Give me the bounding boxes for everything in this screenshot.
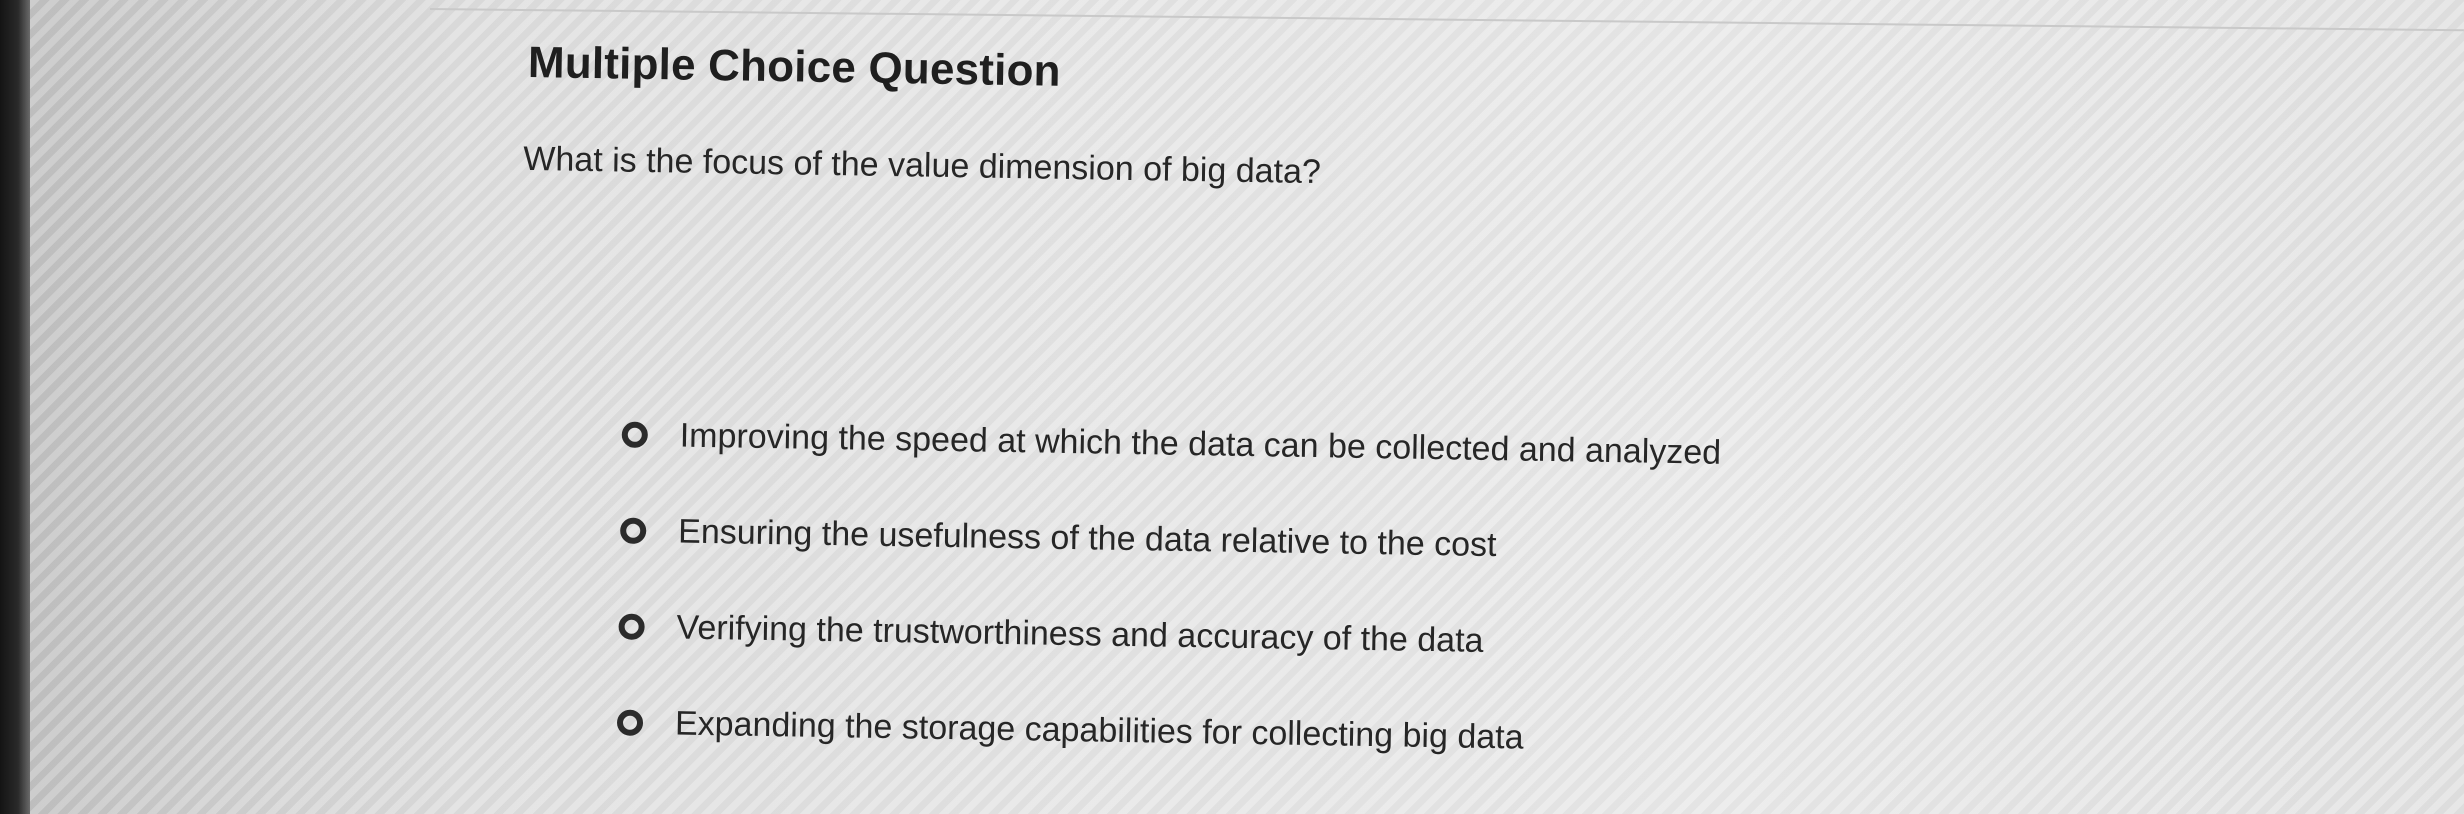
photo-of-screen: Multiple Choice Question What is the foc… bbox=[0, 0, 2464, 814]
question-prompt: What is the focus of the value dimension… bbox=[523, 139, 1322, 192]
answer-option-label: Verifying the trustworthiness and accura… bbox=[676, 608, 1484, 660]
radio-unselected-icon[interactable] bbox=[619, 517, 647, 544]
answer-options: Improving the speed at which the data ca… bbox=[616, 387, 2122, 796]
radio-unselected-icon[interactable] bbox=[618, 613, 645, 640]
answer-option-label: Ensuring the usefulness of the data rela… bbox=[677, 512, 1497, 564]
radio-unselected-icon[interactable] bbox=[616, 709, 644, 736]
radio-unselected-icon[interactable] bbox=[621, 421, 649, 449]
question-card: Multiple Choice Question What is the foc… bbox=[0, 0, 2464, 814]
answer-option-label: Improving the speed at which the data ca… bbox=[679, 416, 1722, 472]
answer-option-label: Expanding the storage capabilities for c… bbox=[674, 703, 1524, 757]
question-heading: Multiple Choice Question bbox=[527, 37, 1062, 96]
